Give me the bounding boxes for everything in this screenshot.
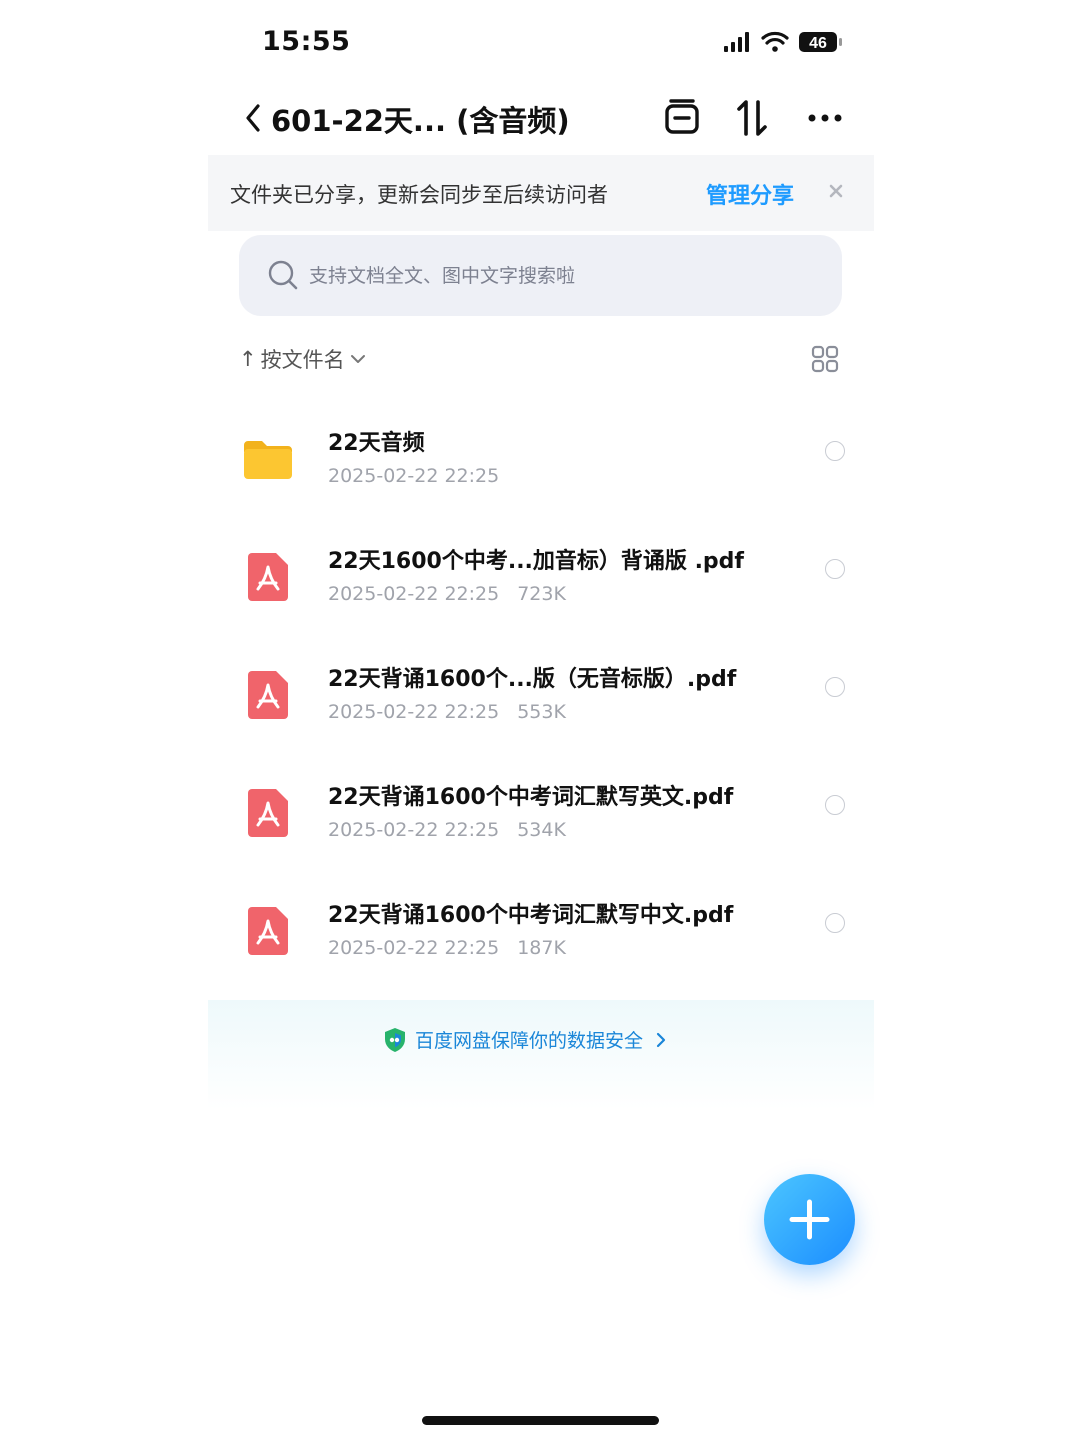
sort-arrow-icon: ↑ [239,347,257,371]
archive-icon [665,99,699,134]
sort-label: 按文件名 [260,348,345,372]
close-icon [829,184,843,198]
file-date: 2025-02-22 22:25 [328,937,500,959]
search-icon [267,259,299,291]
grid-view-icon [811,345,839,373]
folder-icon [240,431,296,487]
file-date: 2025-02-22 22:25 [328,819,500,841]
select-radio[interactable] [825,441,845,461]
more-icon [808,114,842,122]
file-row[interactable]: 22天音频 2025-02-22 22:25 [208,413,874,525]
file-row[interactable]: 22天背诵1600个中考词汇默写中文.pdf 2025-02-22 22:25 1… [208,885,874,997]
plus-icon [789,1199,830,1240]
select-radio[interactable] [825,795,845,815]
transfer-sort-button[interactable] [731,96,775,140]
file-meta: 2025-02-22 22:25 723K [328,583,566,605]
pdf-icon [240,549,296,605]
select-radio[interactable] [825,913,845,933]
file-size: 534K [517,819,566,841]
security-promo-link[interactable]: 百度网盘保障你的数据安全 [383,1026,671,1053]
file-meta: 2025-02-22 22:25 [328,465,499,487]
select-radio[interactable] [825,559,845,579]
file-size: 723K [517,583,566,605]
manage-share-link[interactable]: 管理分享 [706,178,794,210]
more-button[interactable] [803,96,847,140]
chevron-down-icon [350,355,365,363]
file-meta: 2025-02-22 22:25 187K [328,937,566,959]
file-size: 553K [517,701,566,723]
security-promo-text: 百度网盘保障你的数据安全 [415,1030,644,1052]
sort-by-dropdown[interactable]: ↑ 按文件名 [239,344,367,374]
grid-view-button[interactable] [811,345,839,373]
svg-text:46: 46 [809,35,827,52]
file-date: 2025-02-22 22:25 [328,465,500,487]
file-name: 22天1600个中考...加音标）背诵版 .pdf [328,549,745,574]
file-date: 2025-02-22 22:25 [328,701,500,723]
page-title: 601-22天... (含音频) [271,104,570,138]
pdf-icon [240,785,296,841]
file-meta: 2025-02-22 22:25 534K [328,819,566,841]
share-banner: 文件夹已分享，更新会同步至后续访问者 管理分享 [208,155,874,231]
shield-icon [385,1027,405,1052]
add-button[interactable] [764,1174,855,1265]
security-promo: 百度网盘保障你的数据安全 [208,1000,874,1110]
home-indicator [422,1416,659,1425]
share-banner-text: 文件夹已分享，更新会同步至后续访问者 [230,183,608,207]
search-bar[interactable] [239,235,842,316]
search-input[interactable] [307,257,811,295]
chevron-right-icon [656,1032,666,1047]
file-name: 22天音频 [328,431,425,456]
status-time: 15:55 [262,26,351,57]
signal-wifi-battery-icon: 46 [724,31,842,52]
file-name: 22天背诵1600个...版（无音标版）.pdf [328,667,737,692]
file-row[interactable]: 22天背诵1600个...版（无音标版）.pdf 2025-02-22 22:2… [208,649,874,761]
select-radio[interactable] [825,677,845,697]
pdf-icon [240,903,296,959]
file-name: 22天背诵1600个中考词汇默写英文.pdf [328,785,734,810]
archive-button[interactable] [660,96,704,140]
file-date: 2025-02-22 22:25 [328,583,500,605]
status-icons: 46 [722,28,844,56]
file-row[interactable]: 22天1600个中考...加音标）背诵版 .pdf 2025-02-22 22:… [208,531,874,643]
file-size: 187K [517,937,566,959]
sort-transfer-icon [737,100,767,136]
file-name: 22天背诵1600个中考词汇默写中文.pdf [328,903,734,928]
pdf-icon [240,667,296,723]
back-button[interactable] [238,98,272,138]
back-chevron-icon [246,104,260,132]
banner-close-button[interactable] [822,177,850,205]
file-row[interactable]: 22天背诵1600个中考词汇默写英文.pdf 2025-02-22 22:25 5… [208,767,874,879]
file-meta: 2025-02-22 22:25 553K [328,701,566,723]
